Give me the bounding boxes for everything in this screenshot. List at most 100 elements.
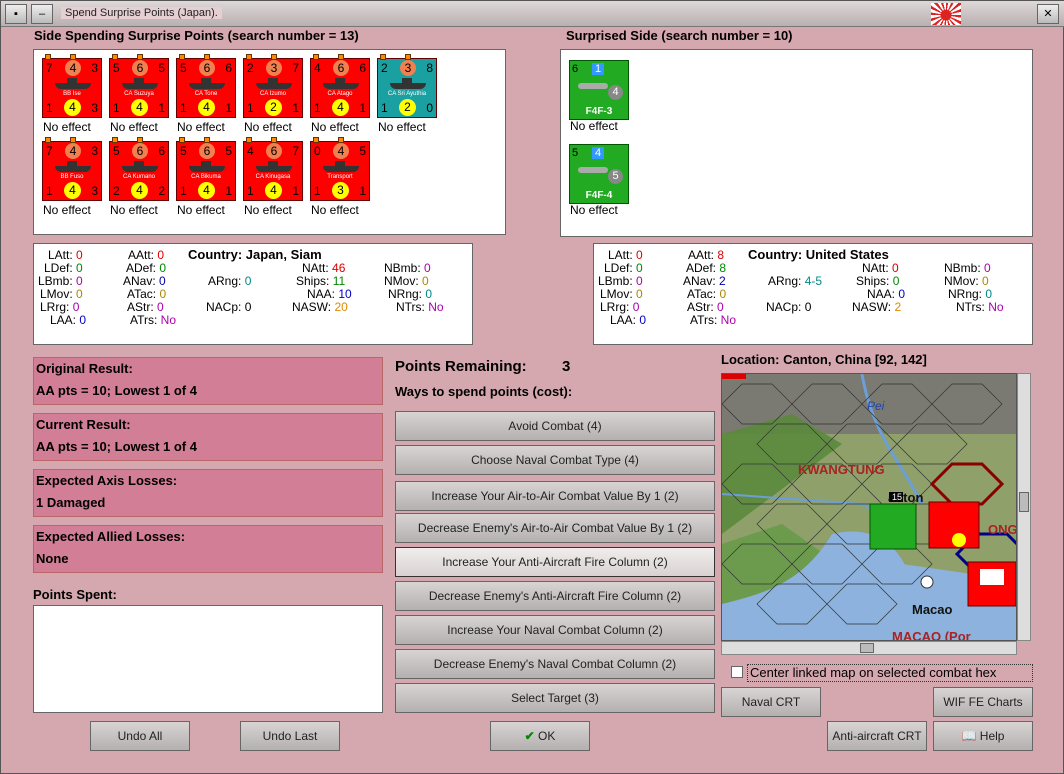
counter-top-circle-value: 3 — [400, 60, 416, 76]
counter-bottom-circle-value: 4 — [332, 99, 349, 116]
axis-losses-panel: Expected Axis Losses: 1 Damaged — [33, 469, 383, 517]
help-button[interactable]: 📖 Help — [933, 721, 1033, 751]
aircraft-counter[interactable]: 6 1 4 F4F-3 — [569, 60, 629, 120]
counter-bottom-circle-value: 4 — [265, 182, 282, 199]
counter-ship-name: CA Kinugasa — [255, 174, 291, 180]
decrease-enemy-air-combat-button[interactable]: Decrease Enemy's Air-to-Air Combat Value… — [395, 513, 715, 543]
choose-naval-combat-type-button[interactable]: Choose Naval Combat Type (4) — [395, 445, 715, 475]
counter-top-left-value: 5 — [180, 61, 187, 75]
counter-bottom-right-value: 0 — [426, 101, 433, 115]
ship-counter[interactable]: 2 8 3 CA Sri Ayuthia 1 2 0 — [377, 54, 437, 118]
check-icon: ✔ — [524, 729, 535, 743]
counter-ship-name: Transport — [327, 174, 353, 180]
map-horizontal-scrollbar[interactable] — [721, 641, 1017, 655]
ok-button[interactable]: ✔ OK — [490, 721, 590, 751]
title-bar: ▪ – Spend Surprise Points (Japan). ✕ — [1, 1, 1064, 27]
stat-nrng: NRng: 0 — [948, 287, 993, 301]
counter-top-circle-value: 4 — [65, 143, 81, 159]
increase-naval-combat-button[interactable]: Increase Your Naval Combat Column (2) — [395, 615, 715, 645]
ship-counter[interactable]: 4 6 6 CA Atago 1 4 1 — [310, 54, 370, 118]
stat-ldef: LDef: 0 — [604, 261, 643, 275]
warship-icon — [256, 161, 292, 172]
counter-bottom-circle-value: 4 — [64, 99, 81, 116]
map-horizontal-scroll-thumb[interactable] — [860, 643, 874, 653]
points-spent-list[interactable] — [33, 605, 383, 713]
ship-counter[interactable]: 7 3 4 BB Ise 1 4 3 — [42, 54, 102, 118]
warship-icon — [189, 78, 225, 89]
system-menu-button[interactable]: ▪ — [5, 4, 27, 24]
warship-icon — [122, 161, 158, 172]
close-button[interactable]: ✕ — [1037, 4, 1059, 24]
stat-ntrs: NTrs: No — [396, 300, 444, 314]
map-label-pei: Pei — [867, 399, 885, 413]
counter-top-left-value: 5 — [113, 144, 120, 158]
map-label-kwangtung: KWANGTUNG — [798, 462, 885, 477]
stat-lbmb: LBmb: 0 — [598, 274, 643, 288]
increase-aa-fire-button[interactable]: Increase Your Anti-Aircraft Fire Column … — [395, 547, 715, 577]
counter-top-left-value: 2 — [247, 61, 254, 75]
counter-top-left-value: 5 — [572, 147, 579, 159]
anti-aircraft-crt-button[interactable]: Anti-aircraft CRT — [827, 721, 927, 751]
counter-top-right-value: 7 — [292, 61, 299, 75]
aircraft-counter[interactable]: 5 4 5 F4F-4 — [569, 144, 629, 204]
minimize-button[interactable]: – — [31, 4, 53, 24]
naval-crt-button[interactable]: Naval CRT — [721, 687, 821, 717]
counter-bottom-circle-value: 4 — [198, 182, 215, 199]
stat-lrrg: LRrg: 0 — [600, 300, 640, 314]
ship-counter[interactable]: 2 7 3 CA Izumo 1 2 1 — [243, 54, 303, 118]
stat-astr: AStr: 0 — [127, 300, 164, 314]
allied-losses-label: Expected Allied Losses: — [36, 529, 186, 544]
select-target-button[interactable]: Select Target (3) — [395, 683, 715, 713]
counter-bottom-right-value: 1 — [158, 101, 165, 115]
ship-counter[interactable]: 0 5 4 Transport 1 3 1 — [310, 137, 370, 201]
ship-counter[interactable]: 4 7 6 CA Kinugasa 1 4 1 — [243, 137, 303, 201]
counter-top-left-value: 2 — [381, 61, 388, 75]
center-linked-map-label[interactable]: Center linked map on selected combat hex — [747, 664, 1033, 682]
fighter-plane-icon — [578, 83, 608, 89]
map-vertical-scrollbar[interactable] — [1017, 373, 1031, 641]
ship-marker-icon — [246, 137, 252, 143]
counter-top-circle-value: 4 — [65, 60, 81, 76]
decrease-enemy-aa-fire-button[interactable]: Decrease Enemy's Anti-Aircraft Fire Colu… — [395, 581, 715, 611]
wif-fe-charts-button[interactable]: WIF FE Charts — [933, 687, 1033, 717]
original-result-value: AA pts = 10; Lowest 1 of 4 — [36, 383, 197, 398]
counter-top-right-value: 6 — [158, 144, 165, 158]
avoid-combat-button[interactable]: Avoid Combat (4) — [395, 411, 715, 441]
counter-bottom-circle-value: 4 — [198, 99, 215, 116]
counter-ship-name: CA Tone — [194, 91, 218, 97]
ship-marker-icon — [112, 54, 118, 60]
undo-last-button[interactable]: Undo Last — [240, 721, 340, 751]
ship-counter[interactable]: 5 6 6 CA Tone 1 4 1 — [176, 54, 236, 118]
counter-top-right-value: 6 — [225, 61, 232, 75]
counter-top-left-value: 4 — [247, 144, 254, 158]
map-vertical-scroll-thumb[interactable] — [1019, 492, 1029, 512]
warship-icon — [323, 161, 359, 172]
axis-losses-value: 1 Damaged — [36, 495, 106, 510]
map-graphic[interactable]: Pei KWANGTUNG anton 15 Macao MACAO (Por … — [722, 374, 1017, 641]
undo-all-button[interactable]: Undo All — [90, 721, 190, 751]
ship-counter[interactable]: 5 5 6 CA Bikuma 1 4 1 — [176, 137, 236, 201]
ship-counter[interactable]: 5 5 6 CA Suzuya 1 4 1 — [109, 54, 169, 118]
map-label-macao: Macao — [912, 602, 953, 617]
stat-aatt: AAtt: 8 — [688, 248, 725, 262]
counter-bottom-right-value: 1 — [225, 101, 232, 115]
country-label: Country: United States — [748, 247, 889, 262]
map-label-macao-port: MACAO (Por — [892, 629, 971, 641]
fighter-plane-icon — [578, 167, 608, 173]
help-label: Help — [979, 729, 1005, 743]
ship-counter[interactable]: 7 3 4 BB Fuso 1 4 3 — [42, 137, 102, 201]
warship-icon — [122, 78, 158, 89]
ship-counter[interactable]: 5 6 6 CA Kumano 2 4 2 — [109, 137, 169, 201]
stat-laa: LAA: 0 — [50, 313, 87, 327]
counter-bottom-left-value: 1 — [180, 184, 187, 198]
stat-nasw: NASW: 20 — [292, 300, 348, 314]
center-linked-map-checkbox[interactable] — [731, 666, 743, 678]
decrease-enemy-naval-combat-button[interactable]: Decrease Enemy's Naval Combat Column (2) — [395, 649, 715, 679]
counter-bottom-right-value: 1 — [225, 184, 232, 198]
warship-icon — [256, 78, 292, 89]
increase-air-combat-button[interactable]: Increase Your Air-to-Air Combat Value By… — [395, 481, 715, 511]
stat-atrs: ATrs: No — [690, 313, 737, 327]
counter-top-right-value: 6 — [359, 61, 366, 75]
counter-top-circle-value: 3 — [266, 60, 282, 76]
linked-map[interactable]: Pei KWANGTUNG anton 15 Macao MACAO (Por … — [721, 373, 1017, 641]
